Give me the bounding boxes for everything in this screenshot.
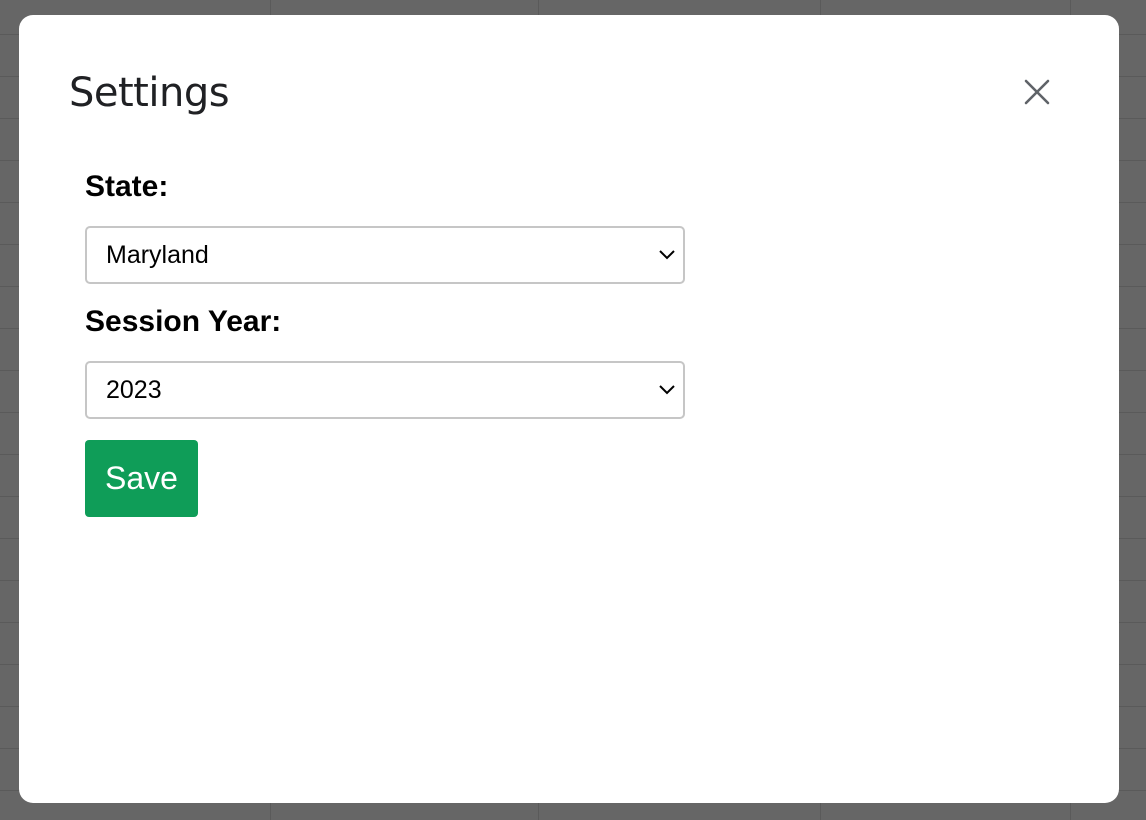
- close-button[interactable]: [1017, 72, 1057, 112]
- settings-dialog: Settings State: Maryland Session Year: 2…: [19, 15, 1119, 803]
- settings-form: State: Maryland Session Year: 2023 Save: [85, 165, 685, 517]
- dialog-title: Settings: [69, 70, 230, 116]
- state-select-value: Maryland: [106, 240, 209, 269]
- chevron-down-icon: [659, 250, 675, 260]
- save-button[interactable]: Save: [85, 440, 198, 517]
- session-year-label: Session Year:: [85, 305, 282, 338]
- state-label: State:: [85, 170, 169, 203]
- state-select[interactable]: Maryland: [85, 226, 685, 284]
- session-year-select[interactable]: 2023: [85, 361, 685, 419]
- close-icon: [1024, 79, 1050, 105]
- session-year-select-value: 2023: [106, 375, 162, 404]
- chevron-down-icon: [659, 385, 675, 395]
